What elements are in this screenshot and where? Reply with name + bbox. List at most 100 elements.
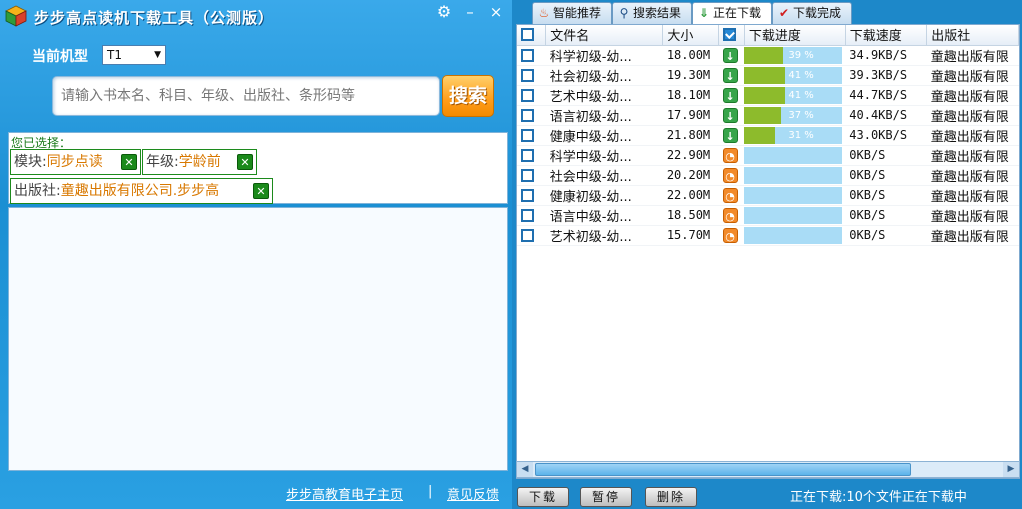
waiting-clock-icon: ◔: [722, 147, 738, 163]
row-checkbox[interactable]: [521, 168, 534, 182]
remove-filter-icon[interactable]: ✕: [121, 154, 137, 170]
row-select-cell[interactable]: [517, 225, 546, 246]
row-checkbox[interactable]: [521, 48, 534, 62]
minimize-button[interactable]: –: [460, 2, 480, 22]
search-input[interactable]: [53, 77, 439, 115]
progress-cell: [744, 185, 846, 206]
app-title: 步步高点读机下载工具（公测版）: [34, 9, 275, 27]
file-size: 19.30M: [662, 65, 719, 86]
file-size: 21.80M: [662, 125, 719, 146]
remove-filter-icon[interactable]: ✕: [253, 183, 269, 199]
filter-chip-grade: 年级:学龄前 ✕: [142, 149, 257, 175]
table-row[interactable]: 健康初级-幼... 22.00M ◔ 0KB/S 童趣出版有限: [517, 185, 1019, 206]
download-speed: 0KB/S: [845, 145, 927, 166]
model-label: 当前机型: [32, 49, 88, 65]
table-row[interactable]: 语言初级-幼... 17.90M ↓ 37 % 40.4KB/S 童趣出版有限: [517, 105, 1019, 126]
title-bar: 步步高点读机下载工具（公测版） ⚙ – ×: [0, 0, 512, 34]
download-speed: 0KB/S: [845, 225, 927, 246]
progress-bar: 37 %: [744, 106, 843, 124]
tab-smart-recommend[interactable]: ♨ 智能推荐: [532, 2, 612, 24]
column-status[interactable]: [718, 25, 745, 46]
publisher: 童趣出版有限: [926, 145, 1019, 166]
remove-filter-icon[interactable]: ✕: [237, 154, 253, 170]
model-select[interactable]: T1 ▼: [102, 45, 166, 65]
settings-gear-icon[interactable]: ⚙: [434, 2, 454, 22]
waiting-clock-icon: ◔: [722, 227, 738, 243]
row-checkbox[interactable]: [521, 208, 534, 222]
select-all-column[interactable]: [517, 25, 547, 46]
close-button[interactable]: ×: [486, 2, 506, 22]
horizontal-scrollbar[interactable]: ◀ ▶: [516, 461, 1020, 478]
table-row[interactable]: 艺术初级-幼... 15.70M ◔ 0KB/S 童趣出版有限: [517, 225, 1019, 246]
progress-cell: [744, 225, 846, 246]
pause-button[interactable]: 暂停: [580, 487, 632, 507]
row-select-cell[interactable]: [517, 45, 546, 66]
left-panel: 步步高点读机下载工具（公测版） ⚙ – × 当前机型 T1 ▼ 搜索 您已选择：…: [0, 0, 512, 509]
column-filename[interactable]: 文件名: [545, 25, 664, 46]
table-row[interactable]: 社会中级-幼... 20.20M ◔ 0KB/S 童趣出版有限: [517, 165, 1019, 186]
row-checkbox[interactable]: [521, 228, 534, 242]
row-select-cell[interactable]: [517, 85, 546, 106]
row-checkbox[interactable]: [521, 188, 534, 202]
row-checkbox[interactable]: [521, 108, 534, 122]
table-row[interactable]: 社会初级-幼... 19.30M ↓ 41 % 39.3KB/S 童趣出版有限: [517, 65, 1019, 86]
waiting-clock-icon: ◔: [722, 167, 738, 183]
status-cell: ↓: [718, 45, 745, 66]
search-button[interactable]: 搜索: [442, 75, 494, 117]
tab-downloading[interactable]: ⇓ 正在下载: [692, 2, 772, 25]
search-box: [52, 76, 440, 116]
download-speed: 34.9KB/S: [845, 45, 927, 66]
row-checkbox[interactable]: [521, 88, 534, 102]
file-size: 18.00M: [662, 45, 719, 66]
feedback-link[interactable]: 意见反馈: [447, 484, 499, 503]
home-page-link[interactable]: 步步高教育电子主页: [286, 484, 403, 503]
row-select-cell[interactable]: [517, 105, 546, 126]
row-checkbox[interactable]: [521, 128, 534, 142]
scroll-right-arrow-icon[interactable]: ▶: [1003, 462, 1019, 477]
progress-percent: 31 %: [788, 129, 814, 141]
download-button[interactable]: 下载: [517, 487, 569, 507]
progress-bar: 41 %: [744, 66, 843, 84]
row-select-cell[interactable]: [517, 165, 546, 186]
tab-download-complete[interactable]: ✔ 下载完成: [772, 2, 852, 24]
tab-search-results[interactable]: ⚲ 搜索结果: [612, 2, 692, 24]
tab-label: 下载完成: [793, 6, 842, 20]
row-select-cell[interactable]: [517, 145, 546, 166]
progress-cell: [744, 165, 846, 186]
row-select-cell[interactable]: [517, 185, 546, 206]
file-name: 语言中级-幼...: [545, 205, 663, 226]
table-row[interactable]: 科学初级-幼... 18.00M ↓ 39 % 34.9KB/S 童趣出版有限: [517, 45, 1019, 66]
progress-bar: [744, 186, 843, 204]
row-checkbox[interactable]: [521, 148, 534, 162]
status-column-checkbox[interactable]: [723, 28, 737, 42]
filter-chip-publisher: 出版社:童趣出版有限公司.步步高 ✕: [10, 178, 273, 204]
publisher: 童趣出版有限: [926, 185, 1019, 206]
file-name: 健康初级-幼...: [545, 185, 663, 206]
file-size: 22.90M: [662, 145, 719, 166]
flame-icon: ♨: [538, 6, 550, 20]
scrollbar-thumb[interactable]: [535, 463, 911, 476]
row-select-cell[interactable]: [517, 125, 546, 146]
scroll-left-arrow-icon[interactable]: ◀: [517, 462, 533, 477]
tab-label: 搜索结果: [633, 6, 682, 20]
column-speed[interactable]: 下载速度: [845, 25, 928, 46]
download-speed: 0KB/S: [845, 205, 927, 226]
select-all-checkbox[interactable]: [521, 28, 534, 42]
table-row[interactable]: 健康中级-幼... 21.80M ↓ 31 % 43.0KB/S 童趣出版有限: [517, 125, 1019, 146]
file-name: 科学初级-幼...: [545, 45, 663, 66]
column-publisher[interactable]: 出版社: [926, 25, 1019, 46]
table-row[interactable]: 科学中级-幼... 22.90M ◔ 0KB/S 童趣出版有限: [517, 145, 1019, 166]
downloading-arrow-icon: ↓: [722, 127, 738, 143]
download-speed: 0KB/S: [845, 185, 927, 206]
tab-label: 正在下载: [713, 6, 762, 20]
progress-percent: 39 %: [788, 49, 814, 61]
row-select-cell[interactable]: [517, 65, 546, 86]
column-progress[interactable]: 下载进度: [744, 25, 846, 46]
row-select-cell[interactable]: [517, 205, 546, 226]
file-name: 艺术中级-幼...: [545, 85, 663, 106]
table-row[interactable]: 语言中级-幼... 18.50M ◔ 0KB/S 童趣出版有限: [517, 205, 1019, 226]
delete-button[interactable]: 删除: [645, 487, 697, 507]
row-checkbox[interactable]: [521, 68, 534, 82]
column-size[interactable]: 大小: [662, 25, 720, 46]
table-row[interactable]: 艺术中级-幼... 18.10M ↓ 41 % 44.7KB/S 童趣出版有限: [517, 85, 1019, 106]
